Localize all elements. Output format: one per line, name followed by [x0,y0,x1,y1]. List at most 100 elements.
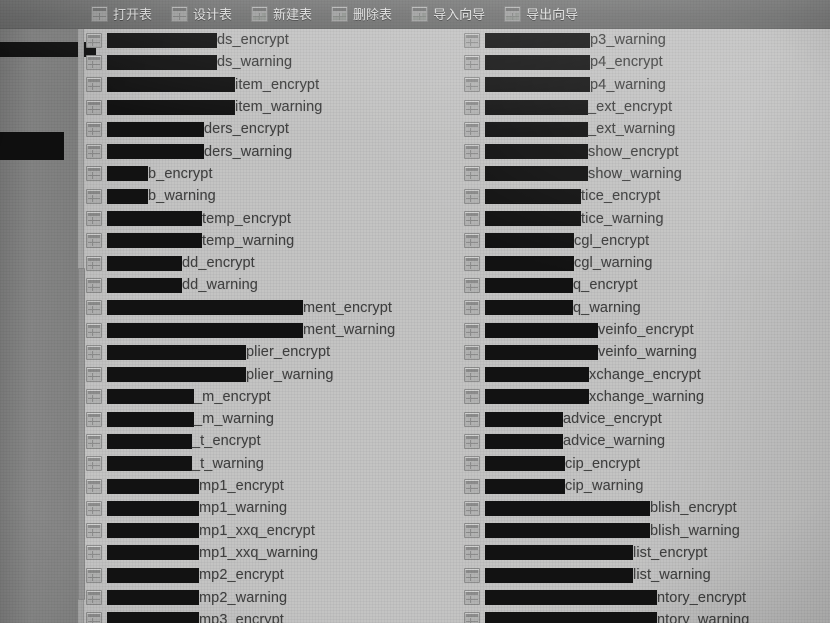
table-list-item[interactable]: mp2_warning [84,586,457,608]
table-list-item[interactable]: xchange_encrypt [462,363,830,385]
table-list-item[interactable]: cip_encrypt [462,453,830,475]
table-list-item[interactable]: mp2_encrypt [84,564,457,586]
table-icon [86,166,102,182]
table-list-item[interactable]: veinfo_warning [462,341,830,363]
table-list-item[interactable]: ment_encrypt [84,297,457,319]
table-list-item[interactable]: p4_warning [462,74,830,96]
table-icon [464,99,480,115]
table-icon [86,32,102,48]
table-list-item[interactable]: tice_encrypt [462,185,830,207]
table-icon [464,188,480,204]
table-icon [464,277,480,293]
table-list-item[interactable]: p3_warning [462,29,830,51]
table-icon [86,77,102,93]
table-list-item[interactable]: mp3_encrypt [84,609,457,623]
table-list-item[interactable]: p4_encrypt [462,51,830,73]
table-list-item[interactable]: dd_encrypt [84,252,457,274]
table-list-item[interactable]: cgl_warning [462,252,830,274]
table-icon [86,188,102,204]
table-list-item[interactable]: plier_warning [84,363,457,385]
table-icon [464,367,480,383]
navigator-redaction-bar [0,132,64,160]
table-list-item[interactable]: ds_warning [84,51,457,73]
table-list-item[interactable]: cip_warning [462,475,830,497]
redacted-table-name-prefix [485,77,590,93]
table-name-suffix: cgl_encrypt [574,232,650,249]
toolbar-button-open-table[interactable]: 打开表 [88,2,159,27]
table-list-item[interactable]: xchange_warning [462,386,830,408]
navigator-pane[interactable] [0,28,96,623]
table-list-item[interactable]: mp1_warning [84,497,457,519]
redacted-table-name-prefix [485,322,598,338]
table-list-item[interactable]: tice_warning [462,207,830,229]
table-name-suffix: q_warning [573,299,641,316]
table-list-item[interactable]: ntory_warning [462,609,830,623]
redacted-table-name-prefix [485,612,657,623]
table-list-item[interactable]: list_warning [462,564,830,586]
table-list-item[interactable]: advice_warning [462,430,830,452]
table-list-item[interactable]: ntory_encrypt [462,586,830,608]
table-list-item[interactable]: q_warning [462,297,830,319]
table-list-item[interactable]: ds_encrypt [84,29,457,51]
toolbar-button-export-wizard[interactable]: 导出向导 [501,2,585,27]
table-list-item[interactable]: blish_encrypt [462,497,830,519]
toolbar-button-design-table[interactable]: 设计表 [168,2,239,27]
table-icon [86,277,102,293]
table-icon [86,612,102,623]
table-list-item[interactable]: mp1_encrypt [84,475,457,497]
table-list-item[interactable]: b_encrypt [84,163,457,185]
table-list-item[interactable]: ment_warning [84,319,457,341]
table-name-suffix: xchange_warning [589,388,705,405]
table-name-suffix: dd_warning [182,277,258,294]
redacted-table-name-prefix [485,500,650,516]
table-list-item[interactable]: ders_warning [84,140,457,162]
table-list-item[interactable]: _t_warning [84,453,457,475]
table-list-item[interactable]: mp1_xxq_warning [84,542,457,564]
redacted-table-name-prefix [107,590,199,606]
redacted-table-name-prefix [485,367,589,383]
table-list-column-left: ds_encrypt ds_warning item_encrypt item_war… [84,29,457,623]
table-list-item[interactable]: b_warning [84,185,457,207]
table-list-item[interactable]: plier_encrypt [84,341,457,363]
redacted-table-name-prefix [485,456,565,472]
table-list-item[interactable]: ders_encrypt [84,118,457,140]
table-icon [464,121,480,137]
table-name-suffix: p4_warning [590,76,666,93]
table-list-item[interactable]: _m_warning [84,408,457,430]
table-list-item[interactable]: _ext_encrypt [462,96,830,118]
table-list-item[interactable]: _ext_warning [462,118,830,140]
table-name-suffix: temp_encrypt [202,210,292,227]
table-list-item[interactable]: show_warning [462,163,830,185]
table-name-suffix: p4_encrypt [590,54,663,71]
redacted-table-name-prefix [485,300,573,316]
toolbar-button-new-table[interactable]: 新建表 [248,2,319,27]
table-list-item[interactable]: veinfo_encrypt [462,319,830,341]
table-name-suffix: ment_encrypt [303,299,393,316]
table-list-item[interactable]: _m_encrypt [84,386,457,408]
redacted-table-name-prefix [485,233,574,249]
table-list-item[interactable]: dd_warning [84,274,457,296]
toolbar: 打开表 设计表 新建表 删除表 导入向导 导出向导 [0,0,830,29]
table-list-item[interactable]: item_warning [84,96,457,118]
table-list-item[interactable]: temp_warning [84,230,457,252]
table-list-item[interactable]: temp_encrypt [84,207,457,229]
toolbar-button-import-wizard[interactable]: 导入向导 [408,2,492,27]
table-list-item[interactable]: list_encrypt [462,542,830,564]
table-list-item[interactable]: show_encrypt [462,140,830,162]
table-list-item[interactable]: q_encrypt [462,274,830,296]
table-list-item[interactable]: item_encrypt [84,74,457,96]
table-list[interactable]: ds_encrypt ds_warning item_encrypt item_war… [84,29,830,623]
redacted-table-name-prefix [107,389,194,405]
table-icon [464,344,480,360]
redacted-table-name-prefix [485,389,589,405]
table-icon [86,590,102,606]
table-list-item[interactable]: _t_encrypt [84,430,457,452]
redacted-table-name-prefix [485,433,563,449]
table-list-item[interactable]: blish_warning [462,520,830,542]
table-list-item[interactable]: cgl_encrypt [462,230,830,252]
table-list-item[interactable]: mp1_xxq_encrypt [84,520,457,542]
table-name-suffix: mp1_warning [199,500,288,517]
table-list-item[interactable]: advice_encrypt [462,408,830,430]
toolbar-button-delete-table[interactable]: 删除表 [328,2,399,27]
table-icon [86,211,102,227]
